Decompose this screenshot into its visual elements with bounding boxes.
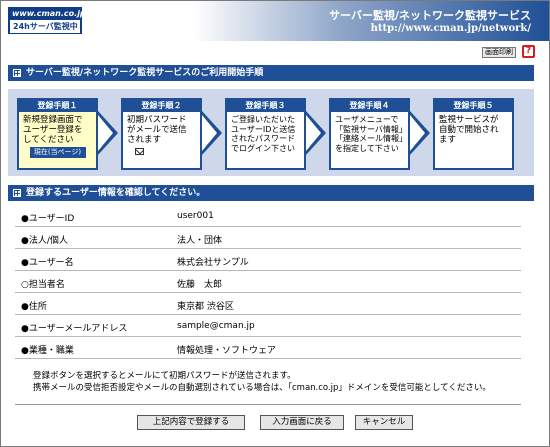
note-mobile-domain: 携帯メールの受信拒否設定やメールの自動選別されている場合は、「cman.co.j…	[33, 383, 491, 393]
steps-section-title: サーバー監視/ネットワーク監視サービスのご利用開始手順	[8, 65, 534, 81]
table-row: ●ユーザー名 株式会社サンプル	[15, 249, 521, 271]
step-4-line: 「監視サーバ情報」	[335, 124, 407, 134]
step-4-body: ユーザメニューで 「監視サーバ情報」 「連絡メール情報」 を指定して下さい	[331, 112, 408, 156]
cancel-button[interactable]: キャンセル	[355, 415, 413, 430]
logo-domain: www.cman.co.jp	[12, 9, 86, 18]
step-3-line: されたパスワード	[231, 134, 295, 143]
register-button[interactable]: 上記内容で登録する	[137, 415, 245, 430]
step-2-head: 登録手順２	[123, 100, 200, 112]
confirm-section-title: 登録するユーザー情報を確認してください。	[8, 185, 534, 201]
row-value: user001	[177, 211, 214, 221]
step-3-head: 登録手順３	[227, 100, 304, 112]
table-row: ○担当者名 佐藤 太郎	[15, 271, 521, 293]
step-1-line: ユーザー登録を	[23, 125, 83, 135]
table-row: ●法人/個人 法人・団体	[15, 227, 521, 249]
step-5-head: 登録手順５	[435, 100, 512, 112]
note-password-email: 登録ボタンを選択するとメールにて初期パスワードが送信されます。	[33, 371, 296, 381]
current-page-badge: 現在(当ページ)	[29, 147, 86, 158]
step-5-line: 監視サービスが	[439, 115, 499, 125]
step-4-line: 「連絡メール情報」	[335, 134, 407, 143]
step-4-line: を指定して下さい	[335, 143, 399, 153]
row-label: ●ユーザーメールアドレス	[21, 324, 128, 334]
step-3-line: ご登録いただいた	[231, 115, 295, 124]
row-value: 東京都 渋谷区	[177, 302, 234, 312]
header-url: http://www.cman.jp/network/	[370, 23, 531, 34]
step-4-line: ユーザメニューで	[335, 115, 399, 124]
steps-section-label: サーバー監視/ネットワーク監視サービスのご利用開始手順	[26, 68, 264, 78]
step-1-head: 登録手順１	[19, 100, 96, 112]
step-1: 登録手順１ 新規登録画面で ユーザー登録を してください 現在(当ページ)	[17, 98, 98, 170]
step-5-line: ます	[439, 135, 457, 145]
row-label: ●法人/個人	[21, 236, 68, 246]
header-banner: www.cman.co.jp 24hサーバ監視中 サーバー監視/ネットワーク監視…	[1, 1, 549, 41]
mail-icon	[135, 148, 144, 155]
step-arrow-inner	[410, 115, 425, 151]
step-4-head: 登録手順４	[331, 100, 408, 112]
section-grid-icon	[13, 69, 21, 77]
step-2-line: 初期パスワード	[127, 115, 187, 125]
step-3-body: ご登録いただいた ユーザーIDと送信 されたパスワード でログイン下さい	[227, 112, 304, 156]
row-value: 株式会社サンプル	[177, 258, 249, 268]
row-label: ●ユーザー名	[21, 258, 74, 268]
row-label: ●住所	[21, 302, 47, 312]
header-title: サーバー監視/ネットワーク監視サービス	[329, 9, 531, 22]
confirm-section-label: 登録するユーザー情報を確認してください。	[26, 188, 206, 198]
step-2-line: されます	[127, 135, 162, 145]
step-arrow-inner	[306, 115, 321, 151]
table-row: ●ユーザーメールアドレス sample@cman.jp	[15, 315, 521, 337]
table-row: ●業種・職業 情報処理・ソフトウェア	[15, 337, 521, 359]
step-1-line: 新規登録画面で	[23, 115, 83, 125]
step-3-line: ユーザーIDと送信	[231, 124, 296, 134]
step-4: 登録手順４ ユーザメニューで 「監視サーバ情報」 「連絡メール情報」 を指定して…	[329, 98, 410, 170]
row-label: ●業種・職業	[21, 346, 74, 356]
step-5-body: 監視サービスが 自動で開始され ます	[435, 112, 512, 148]
row-value: 情報処理・ソフトウェア	[177, 346, 277, 356]
step-2-line: がメールで送信	[127, 125, 187, 135]
row-value: 法人・団体	[177, 236, 223, 246]
step-2-body: 初期パスワード がメールで送信 されます	[123, 112, 200, 158]
table-row: ●ユーザーID user001	[15, 205, 521, 227]
step-3-line: でログイン下さい	[231, 143, 295, 153]
step-arrow-inner	[98, 115, 113, 151]
step-1-body: 新規登録画面で ユーザー登録を してください 現在(当ページ)	[19, 112, 96, 161]
step-2: 登録手順２ 初期パスワード がメールで送信 されます	[121, 98, 202, 170]
help-icon[interactable]: ?	[522, 45, 535, 58]
row-value: 佐藤 太郎	[177, 280, 223, 290]
step-1-line: してください	[23, 135, 74, 145]
row-value: sample@cman.jp	[177, 321, 255, 331]
row-label: ○担当者名	[21, 280, 65, 290]
logo-tagline: 24hサーバ監視中	[10, 20, 80, 33]
table-row: ●住所 東京都 渋谷区	[15, 293, 521, 315]
step-5: 登録手順５ 監視サービスが 自動で開始され ます	[433, 98, 514, 170]
back-to-input-button[interactable]: 入力画面に戻る	[260, 415, 344, 430]
page-frame: www.cman.co.jp 24hサーバ監視中 サーバー監視/ネットワーク監視…	[0, 0, 550, 447]
step-3: 登録手順３ ご登録いただいた ユーザーIDと送信 されたパスワード でログイン下…	[225, 98, 306, 170]
step-arrow-inner	[202, 115, 217, 151]
print-screen-button[interactable]: 画面印刷	[482, 47, 516, 58]
divider	[15, 404, 521, 405]
row-label: ●ユーザーID	[21, 214, 75, 224]
step-5-line: 自動で開始され	[439, 125, 499, 135]
section-grid-icon	[13, 189, 21, 197]
site-logo[interactable]: www.cman.co.jp 24hサーバ監視中	[8, 7, 86, 34]
